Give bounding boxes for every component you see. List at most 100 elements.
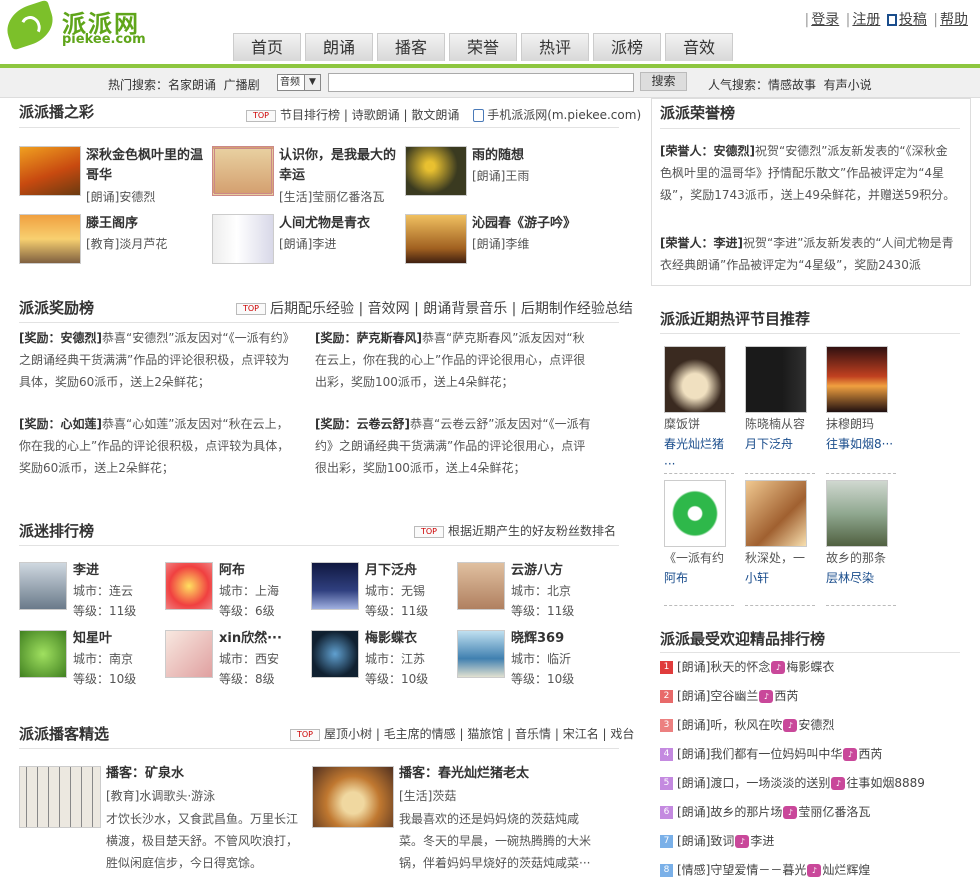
program-thumbnail[interactable] bbox=[745, 480, 807, 547]
program-caption[interactable]: 秋深处，一 bbox=[745, 548, 805, 568]
avatar[interactable] bbox=[457, 630, 505, 678]
ranking-title[interactable]: [朗诵]听，秋风在吹 bbox=[677, 718, 782, 732]
program-meta[interactable]: [朗诵]王雨 bbox=[472, 166, 529, 186]
top-icon[interactable]: TOP bbox=[246, 109, 276, 122]
fan-name[interactable]: 月下泛舟 bbox=[365, 561, 417, 581]
program-caption[interactable]: 糜饭饼 bbox=[664, 414, 700, 434]
login-link[interactable]: 登录 bbox=[811, 12, 839, 28]
program-thumbnail[interactable] bbox=[664, 480, 726, 547]
ranking-author[interactable]: 安德烈 bbox=[798, 718, 834, 732]
podcast-title[interactable]: 播客：春光灿烂猪老太 bbox=[399, 764, 529, 784]
program-thumbnail[interactable] bbox=[405, 146, 467, 196]
program-title[interactable]: 沁园春《游子吟》 bbox=[472, 214, 576, 234]
podcast-links[interactable]: 屋顶小树 | 毛主席的情感 | 猫旅馆 | 音乐情 | 宋江名 | 戏台 bbox=[324, 727, 634, 741]
program-thumbnail[interactable] bbox=[826, 346, 888, 413]
ranking-title[interactable]: [朗诵]故乡的那片场 bbox=[677, 805, 782, 819]
award-recipient[interactable]: [奖励：萨克斯春风] bbox=[315, 331, 422, 345]
program-links[interactable]: 节目排行榜 | 诗歌朗诵 | 散文朗诵 bbox=[280, 108, 459, 122]
top-icon[interactable]: TOP bbox=[290, 728, 320, 741]
ranking-author[interactable]: 往事如烟8889 bbox=[846, 776, 925, 790]
fan-name[interactable]: 知星叶 bbox=[73, 629, 112, 649]
nav-recite[interactable]: 朗诵 bbox=[305, 33, 373, 61]
program-meta[interactable]: [朗诵]李进 bbox=[279, 234, 336, 254]
program-author[interactable]: 层林尽染 bbox=[826, 568, 874, 588]
program-thumbnail[interactable] bbox=[664, 346, 726, 413]
search-type-select[interactable]: 音频 ▼ bbox=[277, 74, 321, 91]
program-author[interactable]: 往事如烟8··· bbox=[826, 434, 893, 454]
program-thumbnail[interactable] bbox=[19, 214, 81, 264]
podcast-thumbnail[interactable] bbox=[312, 766, 394, 828]
nav-ranking[interactable]: 派榜 bbox=[593, 33, 661, 61]
search-button[interactable]: 搜索 bbox=[640, 72, 687, 91]
ranking-author[interactable]: 莹丽亿番洛瓦 bbox=[798, 805, 870, 819]
program-thumbnail[interactable] bbox=[19, 146, 81, 196]
avatar[interactable] bbox=[19, 630, 67, 678]
program-meta[interactable]: [生活]莹丽亿番洛瓦 bbox=[279, 187, 384, 207]
avatar[interactable] bbox=[311, 562, 359, 610]
fan-name[interactable]: 晓辉369 bbox=[511, 629, 564, 649]
program-caption[interactable]: 《一派有约 bbox=[664, 548, 724, 568]
program-thumbnail[interactable] bbox=[745, 346, 807, 413]
program-thumbnail[interactable] bbox=[405, 214, 467, 264]
program-thumbnail[interactable] bbox=[826, 480, 888, 547]
program-title[interactable]: 深秋金色枫叶里的温哥华 bbox=[86, 146, 206, 186]
program-author[interactable]: 月下泛舟 bbox=[745, 434, 793, 454]
program-meta[interactable]: [教育]淡月芦花 bbox=[86, 234, 167, 254]
ranking-title[interactable]: [朗诵]我们都有一位妈妈叫中华 bbox=[677, 747, 842, 761]
podcast-meta[interactable]: [教育]水调歌头·游泳 bbox=[106, 786, 215, 806]
ranking-title[interactable]: [朗诵]致词 bbox=[677, 834, 734, 848]
hot-search-item[interactable]: 广播剧 bbox=[224, 78, 260, 92]
program-title[interactable]: 人间尤物是青衣 bbox=[279, 214, 370, 234]
fan-name[interactable]: xin欣然··· bbox=[219, 629, 282, 649]
top-icon[interactable]: TOP bbox=[414, 525, 444, 538]
ranking-title[interactable]: [朗诵]秋天的怀念 bbox=[677, 660, 770, 674]
program-author[interactable]: 小轩 bbox=[745, 568, 769, 588]
honor-recipient[interactable]: [荣誉人：安德烈] bbox=[660, 144, 755, 158]
podcast-thumbnail[interactable] bbox=[19, 766, 101, 828]
register-link[interactable]: 注册 bbox=[852, 12, 880, 28]
ranking-author[interactable]: 灿烂辉煌 bbox=[822, 863, 870, 877]
program-thumbnail[interactable] bbox=[212, 214, 274, 264]
help-link[interactable]: 帮助 bbox=[940, 12, 968, 28]
nav-hot-review[interactable]: 热评 bbox=[521, 33, 589, 61]
program-title[interactable]: 雨的随想 bbox=[472, 146, 524, 166]
submit-link[interactable]: 投稿 bbox=[899, 12, 927, 28]
avatar[interactable] bbox=[457, 562, 505, 610]
ranking-author[interactable]: 梅影蝶衣 bbox=[786, 660, 834, 674]
ranking-author[interactable]: 西芮 bbox=[774, 689, 798, 703]
avatar[interactable] bbox=[165, 630, 213, 678]
podcast-meta[interactable]: [生活]茨菇 bbox=[399, 786, 456, 806]
top-icon[interactable]: TOP bbox=[236, 303, 266, 315]
experience-links[interactable]: 后期配乐经验 | 音效网 | 朗诵背景音乐 | 后期制作经验总结 bbox=[270, 301, 633, 317]
program-author[interactable]: 春光灿烂猪··· bbox=[664, 434, 734, 474]
ranking-title[interactable]: [朗诵]空谷幽兰 bbox=[677, 689, 758, 703]
honor-recipient[interactable]: [荣誉人：李进] bbox=[660, 236, 743, 250]
popular-search-item[interactable]: 有声小说 bbox=[824, 78, 872, 92]
fan-name[interactable]: 阿布 bbox=[219, 561, 245, 581]
logo[interactable]: 派派网 piekee.com bbox=[1, 0, 164, 51]
program-caption[interactable]: 故乡的那条 bbox=[826, 548, 886, 568]
ranking-author[interactable]: 李进 bbox=[750, 834, 774, 848]
program-caption[interactable]: 抹穆朗玛 bbox=[826, 414, 874, 434]
fan-name[interactable]: 云游八方 bbox=[511, 561, 563, 581]
search-input[interactable] bbox=[328, 73, 634, 92]
ranking-title[interactable]: [朗诵]渡口，一场淡淡的送别 bbox=[677, 776, 830, 790]
avatar[interactable] bbox=[311, 630, 359, 678]
fan-name[interactable]: 梅影蝶衣 bbox=[365, 629, 417, 649]
podcast-title[interactable]: 播客：矿泉水 bbox=[106, 764, 184, 784]
program-thumbnail[interactable] bbox=[212, 146, 274, 196]
popular-search-item[interactable]: 情感故事 bbox=[768, 78, 816, 92]
award-recipient[interactable]: [奖励：云卷云舒] bbox=[315, 417, 410, 431]
avatar[interactable] bbox=[165, 562, 213, 610]
program-author[interactable]: 阿布 bbox=[664, 568, 688, 588]
nav-podcast[interactable]: 播客 bbox=[377, 33, 445, 61]
award-recipient[interactable]: [奖励：安德烈] bbox=[19, 331, 102, 345]
mobile-link[interactable]: 手机派派网(m.piekee.com) bbox=[487, 108, 641, 122]
avatar[interactable] bbox=[19, 562, 67, 610]
ranking-title[interactable]: [情感]守望爱情－－暮光 bbox=[677, 863, 806, 877]
nav-sound-effects[interactable]: 音效 bbox=[665, 33, 733, 61]
ranking-author[interactable]: 西芮 bbox=[858, 747, 882, 761]
program-meta[interactable]: [朗诵]安德烈 bbox=[86, 187, 155, 207]
program-title[interactable]: 滕王阁序 bbox=[86, 214, 138, 234]
nav-home[interactable]: 首页 bbox=[233, 33, 301, 61]
